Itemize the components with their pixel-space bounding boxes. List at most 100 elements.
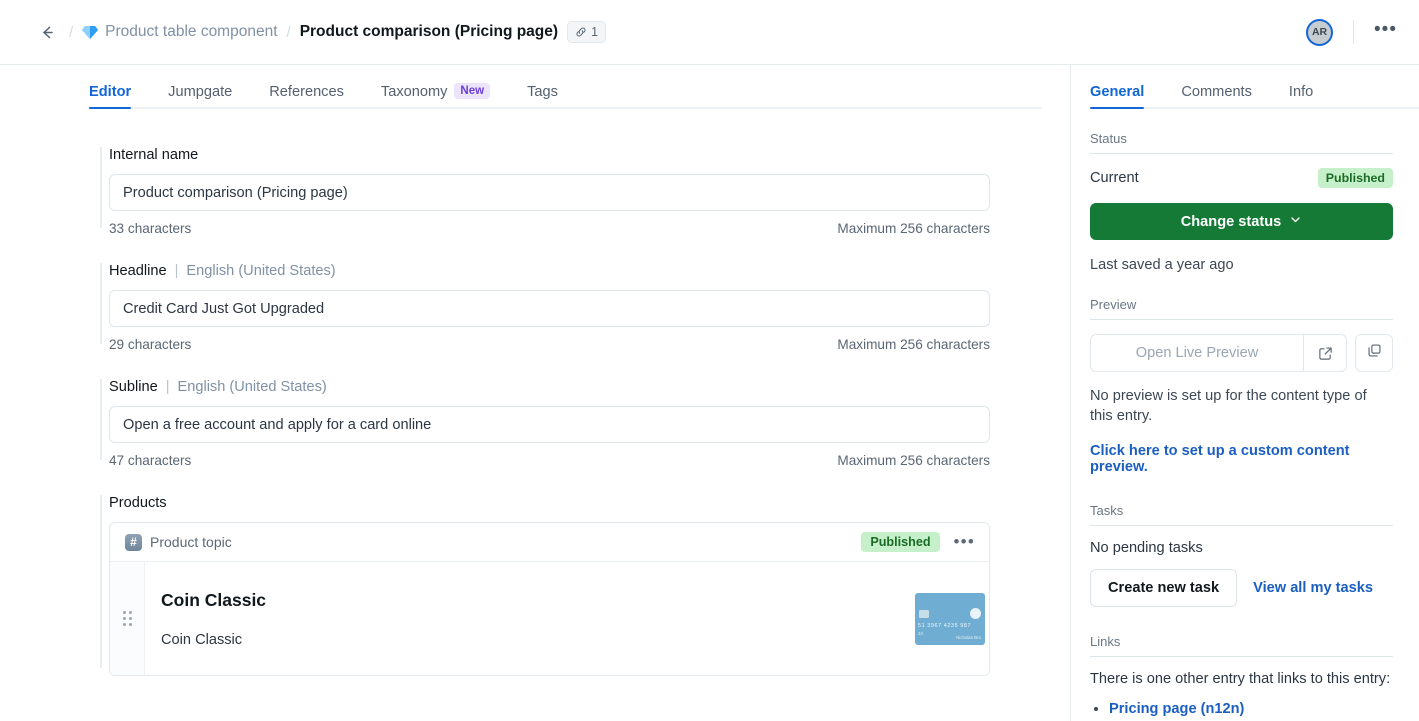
field-headline: Headline | English (United States) 29 ch… [0, 263, 1070, 352]
more-options-icon[interactable]: ••• [1374, 20, 1397, 45]
view-all-tasks-link[interactable]: View all my tasks [1253, 580, 1373, 596]
tab-info[interactable]: Info [1289, 84, 1313, 109]
setup-content-preview-link[interactable]: Click here to set up a custom content pr… [1090, 443, 1393, 475]
card-number-text: 51 3967 4235 987 [918, 622, 972, 629]
internal-name-char-count: 33 characters [109, 221, 192, 236]
preview-empty-note: No preview is set up for the content typ… [1090, 388, 1367, 424]
internal-name-label-row: Internal name [109, 147, 990, 163]
chevron-down-icon [1289, 213, 1302, 230]
headline-locale: English (United States) [186, 263, 336, 279]
tab-general-label: General [1090, 84, 1145, 100]
open-external-icon[interactable] [1303, 335, 1346, 371]
tab-comments[interactable]: Comments [1181, 84, 1252, 109]
status-badge: Published [1317, 168, 1393, 188]
card-holder-text: Nicholas Bro [956, 634, 981, 640]
field-rail [100, 263, 102, 344]
headline-input[interactable] [109, 290, 990, 327]
status-section-title: Status [1090, 131, 1393, 154]
linked-entry-link[interactable]: Pricing page (n12n) [1109, 701, 1244, 717]
headline-label-divider: | [174, 263, 179, 279]
subline-input[interactable] [109, 406, 990, 443]
subline-locale: English (United States) [177, 379, 327, 395]
field-rail [100, 147, 102, 228]
subline-label-divider: | [165, 379, 170, 395]
product-entry-more-icon[interactable]: ••• [954, 533, 975, 550]
product-entry-title: Coin Classic [161, 589, 267, 610]
products-label: Products [109, 495, 167, 511]
headline-label: Headline [109, 263, 167, 279]
tab-jumpgate-label: Jumpgate [168, 84, 233, 100]
tab-editor[interactable]: Editor [89, 84, 132, 109]
preview-actions-row: Open Live Preview [1090, 334, 1393, 372]
field-subline: Subline | English (United States) 47 cha… [0, 379, 1070, 468]
tab-references[interactable]: References [269, 84, 344, 109]
product-entry-content[interactable]: Coin Classic Coin Classic [145, 562, 915, 675]
tab-tags[interactable]: Tags [527, 84, 558, 109]
status-current-row: Current Published [1090, 168, 1393, 188]
breadcrumb-parent[interactable]: Product table component [82, 23, 278, 41]
hash-icon: # [125, 533, 142, 551]
main-column: Editor Jumpgate References Taxonomy New … [0, 65, 1071, 721]
tab-tags-label: Tags [527, 84, 558, 100]
tab-taxonomy[interactable]: Taxonomy New [380, 83, 491, 109]
tab-taxonomy-new-badge: New [454, 83, 491, 99]
headline-label-row: Headline | English (United States) [109, 263, 990, 279]
linked-entries-list: Pricing page (n12n) [1109, 701, 1393, 717]
list-item: Pricing page (n12n) [1109, 701, 1393, 717]
subline-meta: 47 characters Maximum 256 characters [109, 453, 990, 468]
product-entry-subtitle: Coin Classic [161, 631, 243, 648]
body-split: Editor Jumpgate References Taxonomy New … [0, 65, 1419, 721]
tasks-empty-text: No pending tasks [1090, 539, 1203, 556]
tab-info-label: Info [1288, 84, 1314, 100]
field-internal-name: Internal name 33 characters Maximum 256 … [0, 147, 1070, 236]
drag-dots-icon [122, 611, 132, 626]
subline-label-row: Subline | English (United States) [109, 379, 990, 395]
chain-link-icon [575, 26, 587, 38]
drag-handle[interactable] [110, 562, 145, 675]
last-saved-text: Last saved a year ago [1090, 257, 1234, 273]
link-count-value: 1 [591, 25, 599, 39]
breadcrumb-parent-label: Product table component [105, 23, 278, 40]
product-entry-status-badge: Published [861, 532, 940, 552]
internal-name-label: Internal name [109, 147, 199, 163]
tab-editor-label: Editor [89, 84, 132, 100]
gem-icon [82, 24, 99, 40]
field-rail [100, 495, 102, 668]
link-count-badge[interactable]: 1 [567, 21, 607, 43]
links-section-title: Links [1090, 634, 1393, 657]
headline-meta: 29 characters Maximum 256 characters [109, 337, 990, 352]
card-logo-icon [970, 607, 981, 619]
tab-jumpgate[interactable]: Jumpgate [168, 84, 232, 109]
main-tab-bar: Editor Jumpgate References Taxonomy New … [0, 65, 1070, 109]
copy-preview-link-button[interactable] [1355, 334, 1393, 372]
internal-name-input[interactable] [109, 174, 990, 211]
field-products: Products # Product topic Published ••• C… [0, 495, 1070, 676]
change-status-button[interactable]: Change status [1090, 203, 1393, 240]
tasks-actions-row: Create new task View all my tasks [1090, 568, 1393, 607]
tab-general[interactable]: General [1090, 84, 1145, 109]
open-live-preview-button[interactable]: Open Live Preview [1090, 334, 1347, 372]
create-new-task-button[interactable]: Create new task [1090, 568, 1238, 607]
subline-label: Subline [109, 379, 158, 395]
product-entry-header: # Product topic Published ••• [110, 523, 989, 562]
tasks-section-title: Tasks [1090, 503, 1393, 526]
sidebar-tab-bar: General Comments Info [1071, 65, 1419, 109]
back-arrow-icon[interactable] [34, 19, 60, 45]
avatar[interactable]: AR [1306, 18, 1334, 46]
editor-form: Internal name 33 characters Maximum 256 … [0, 109, 1070, 721]
top-bar-actions: AR ••• [1306, 18, 1397, 46]
credit-card-thumbnail: 51 3967 4235 987 24 Nicholas Bro [915, 592, 985, 645]
page-title: Product comparison (Pricing page) [299, 23, 559, 40]
entry-editor-app: / Product table component / Product comp… [0, 0, 1419, 721]
product-entry-body: Coin Classic Coin Classic 51 3967 4235 9… [110, 562, 989, 675]
subline-char-count: 47 characters [109, 453, 192, 468]
field-rail [100, 379, 102, 460]
top-bar: / Product table component / Product comp… [0, 0, 1419, 65]
tab-comments-label: Comments [1181, 84, 1252, 100]
links-description: There is one other entry that links to t… [1090, 670, 1391, 687]
tab-taxonomy-label: Taxonomy [380, 84, 448, 100]
copy-icon [1367, 343, 1382, 363]
open-live-preview-label: Open Live Preview [1135, 345, 1259, 361]
